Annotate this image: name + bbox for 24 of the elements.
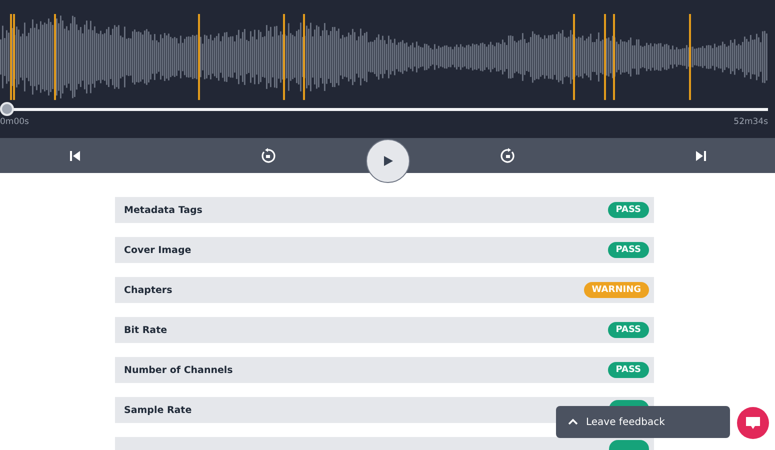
status-badge: PASS (608, 242, 649, 258)
check-label: Sample Rate (124, 404, 192, 416)
check-label: Number of Channels (124, 364, 233, 376)
elapsed-time: 0m00s (0, 117, 29, 127)
total-duration: 52m34s (734, 117, 768, 127)
status-badge: PASS (608, 362, 649, 378)
check-label: Chapters (124, 284, 172, 296)
status-badge: PASS (608, 322, 649, 338)
check-label: Metadata Tags (124, 204, 202, 216)
skip-next-icon[interactable] (694, 150, 706, 162)
status-badge: PASS (608, 202, 649, 218)
chevron-up-icon (568, 418, 578, 426)
chat-bubble-icon (745, 416, 761, 430)
play-icon (382, 154, 394, 166)
skip-previous-icon[interactable] (68, 150, 80, 162)
check-label: Bit Rate (124, 324, 168, 336)
play-button[interactable] (366, 138, 410, 182)
progress-slider[interactable] (0, 102, 768, 116)
check-label: Cover Image (124, 244, 192, 256)
fast-forward-icon[interactable] (500, 148, 516, 164)
status-badge: WARNING (584, 282, 649, 298)
chat-button[interactable] (737, 407, 769, 439)
feedback-button[interactable]: Leave feedback (556, 406, 730, 438)
rewind-icon[interactable] (260, 148, 276, 164)
